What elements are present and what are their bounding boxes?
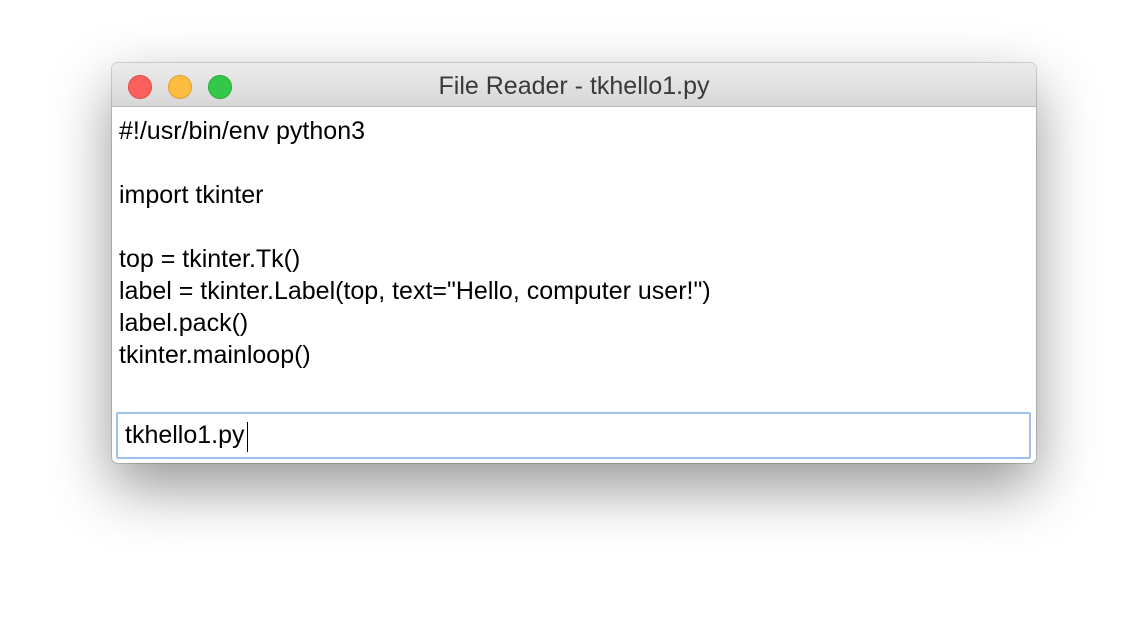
window-title: File Reader - tkhello1.py: [438, 72, 710, 100]
filename-entry[interactable]: tkhello1.py: [116, 412, 1031, 459]
filename-entry-value: tkhello1.py: [125, 421, 245, 449]
code-line: tkinter.mainloop(): [119, 341, 311, 369]
code-line: label.pack(): [119, 309, 249, 337]
text-caret: [246, 422, 248, 453]
code-line: label = tkinter.Label(top, text="Hello, …: [119, 277, 711, 305]
title-bar[interactable]: File Reader - tkhello1.py: [112, 63, 1036, 107]
file-reader-window: File Reader - tkhello1.py #!/usr/bin/env…: [112, 63, 1036, 463]
file-content-text-area[interactable]: #!/usr/bin/env python3 import tkinter to…: [119, 115, 1019, 405]
code-line: #!/usr/bin/env python3: [119, 117, 365, 145]
code-line: import tkinter: [119, 181, 264, 209]
code-line: top = tkinter.Tk(): [119, 245, 301, 273]
